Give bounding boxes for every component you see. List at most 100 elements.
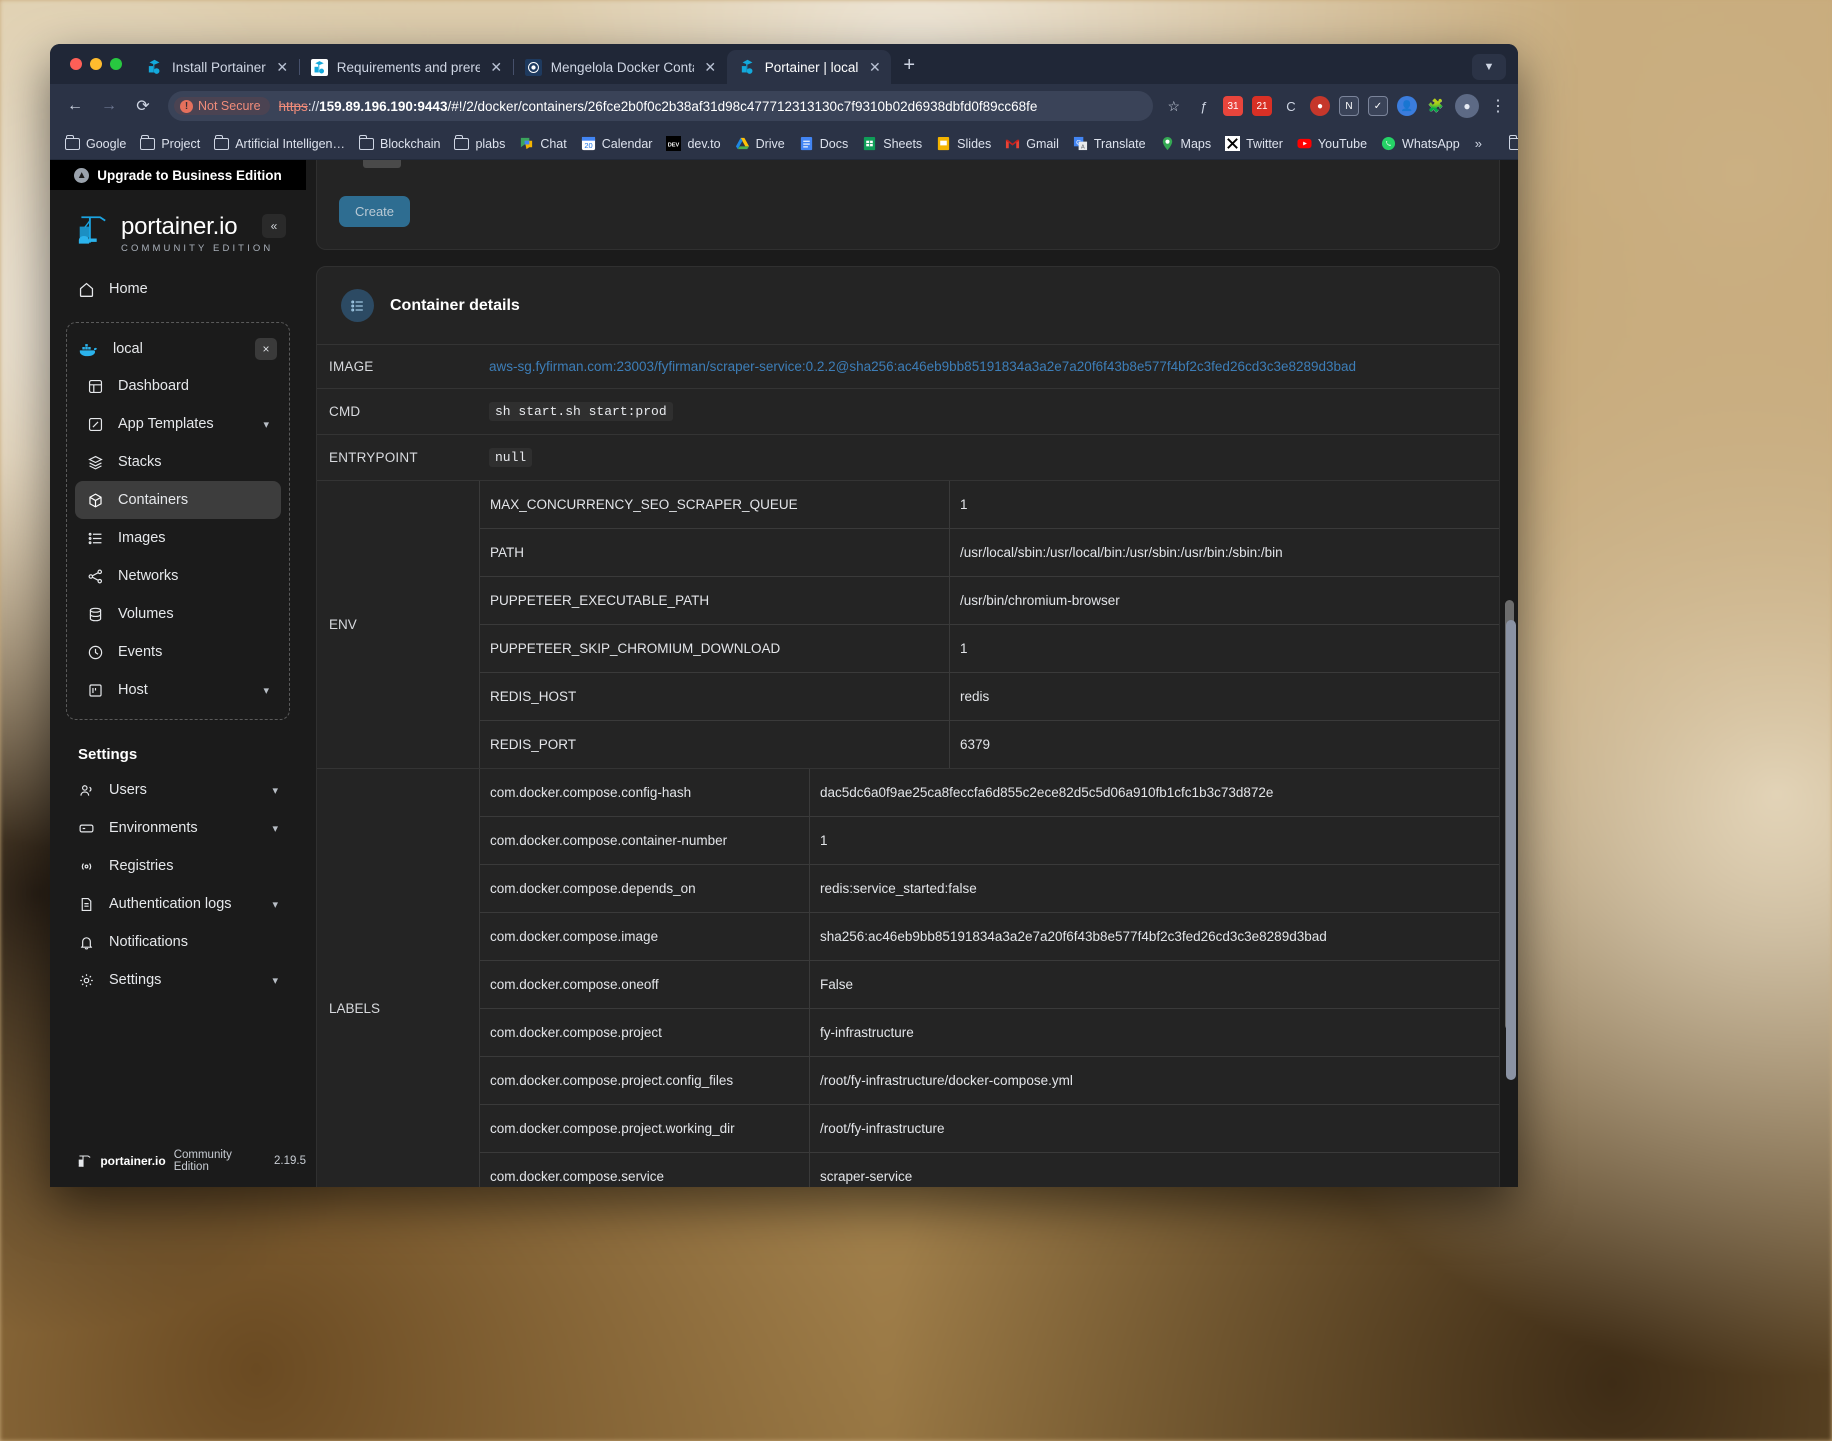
svg-text:DEV: DEV [668,142,680,148]
all-bookmarks-button[interactable]: All Bookmarks [1502,133,1518,154]
label-value: 1 [820,833,828,848]
chevron-down-icon[interactable]: ▾ [263,418,269,431]
chevron-down-icon[interactable]: ▾ [272,822,278,835]
browser-tab-1[interactable]: Install Portainer ✕ [134,50,300,84]
images-icon [87,530,104,547]
bookmark-slides[interactable]: Slides [929,133,998,154]
ghost-control[interactable] [363,160,402,169]
bookmark-star-icon[interactable]: ☆ [1163,98,1184,115]
script-icon[interactable]: ƒ [1194,96,1214,116]
window-scrollbar-thumb[interactable] [1506,620,1516,1080]
close-tab-button[interactable]: ✕ [867,60,882,74]
close-tab-button[interactable]: ✕ [703,60,718,74]
bookmark-google[interactable]: Google [58,133,133,154]
bookmark-blockchain[interactable]: Blockchain [352,133,447,154]
person-blue-icon[interactable]: 👤 [1397,96,1417,116]
bookmark-translate[interactable]: GA Translate [1066,133,1153,154]
address-bar[interactable]: ! Not Secure https://159.89.196.190:9443… [168,91,1154,121]
chevron-down-icon[interactable]: ▾ [272,898,278,911]
sidebar-item-events[interactable]: Events [75,633,281,671]
bookmark-maps[interactable]: Maps [1153,133,1219,154]
reload-button[interactable]: ⟳ [128,91,158,121]
window-scrollbar[interactable] [1506,160,1516,1187]
profile-avatar[interactable]: ● [1455,94,1479,118]
bookmark-chat[interactable]: Chat [512,133,573,154]
table-row: com.docker.compose.project.working_dir /… [480,1105,1499,1153]
forward-button[interactable]: → [94,91,124,121]
puzzle-icon[interactable]: 🧩 [1426,96,1446,116]
browser-menu-button[interactable]: ⋮ [1488,96,1508,116]
sidebar-item-images[interactable]: Images [75,519,281,557]
calendar-219-icon[interactable]: 21 [1252,96,1272,116]
c-icon[interactable]: C [1281,96,1301,116]
notion-icon[interactable]: N [1339,96,1359,116]
collapse-sidebar-button[interactable]: « [262,214,286,238]
browser-tab-2[interactable]: Requirements and prerequisit ✕ [299,50,514,84]
bookmark-gmail[interactable]: Gmail [998,133,1066,154]
puzzle-red-icon[interactable]: ● [1310,96,1330,116]
sidebar-item-volumes[interactable]: Volumes [75,595,281,633]
sidebar-item-users[interactable]: Users ▾ [66,771,290,809]
bookmark-artificial-intelligence[interactable]: Artificial Intelligen… [207,133,352,154]
sidebar-item-app-templates[interactable]: App Templates ▾ [75,405,281,443]
container-details-panel: Container details IMAGE aws-sg.fyfirman.… [316,266,1500,1187]
close-tab-button[interactable]: ✕ [489,60,504,74]
sidebar-item-registries[interactable]: Registries [66,847,290,885]
sidebar-item-environments[interactable]: Environments ▾ [66,809,290,847]
bookmark-twitter[interactable]: Twitter [1218,133,1290,154]
tab-search-chevron-icon[interactable]: ▼ [1472,54,1506,80]
row-label: ENTRYPOINT [329,450,418,465]
close-environment-button[interactable]: × [255,338,277,360]
row-label: LABELS [329,1001,381,1016]
bookmark-plabs[interactable]: plabs [447,133,512,154]
portainer-crane-icon [78,216,106,244]
environment-header[interactable]: local × [67,331,289,367]
bookmark-devto[interactable]: DEV dev.to [659,133,727,154]
sidebar-item-settings[interactable]: Settings ▾ [66,961,290,999]
checkbox-icon[interactable]: ✓ [1368,96,1388,116]
sidebar-item-notifications[interactable]: Notifications [66,923,290,961]
calendar-31-icon[interactable]: 31 [1223,96,1243,116]
detail-row-env: ENV MAX_CONCURRENCY_SEO_SCRAPER_QUEUE 1 … [317,480,1499,768]
not-secure-badge[interactable]: ! Not Secure [174,97,270,115]
bookmark-project[interactable]: Project [133,133,207,154]
bookmark-calendar[interactable]: 20 Calendar [574,133,660,154]
tab-title: Portainer | local [764,59,859,75]
translate-icon: GA [1073,136,1088,151]
upgrade-banner[interactable]: ▲ Upgrade to Business Edition [50,160,306,190]
sidebar-item-host[interactable]: Host ▾ [75,671,281,709]
sidebar-item-stacks[interactable]: Stacks [75,443,281,481]
minimize-window-button[interactable] [90,58,102,70]
sidebar-item-containers[interactable]: Containers [75,481,281,519]
close-window-button[interactable] [70,58,82,70]
tab-title: Install Portainer [172,59,266,75]
back-button[interactable]: ← [60,91,90,121]
chevron-down-icon[interactable]: ▾ [272,784,278,797]
new-tab-button[interactable]: + [891,50,927,84]
sidebar-item-dashboard[interactable]: Dashboard [75,367,281,405]
close-tab-button[interactable]: ✕ [275,60,290,74]
sidebar-item-authentication-logs[interactable]: Authentication logs ▾ [66,885,290,923]
detail-row-image: IMAGE aws-sg.fyfirman.com:23003/fyfirman… [317,344,1499,388]
sidebar-item-networks[interactable]: Networks [75,557,281,595]
chevron-down-icon[interactable]: ▾ [272,974,278,987]
sidebar-item-home[interactable]: Home [66,270,290,308]
chevron-down-icon[interactable]: ▾ [263,684,269,697]
bookmark-sheets[interactable]: Sheets [855,133,929,154]
devto-icon: DEV [666,136,682,151]
image-link[interactable]: aws-sg.fyfirman.com:23003/fyfirman/scrap… [489,359,1356,374]
bookmarks-overflow-button[interactable]: » [1467,136,1490,151]
browser-tab-3[interactable]: Mengelola Docker Container ✕ [513,50,728,84]
env-key: MAX_CONCURRENCY_SEO_SCRAPER_QUEUE [480,481,950,528]
bookmark-drive[interactable]: Drive [728,133,792,154]
bookmark-label: Drive [755,136,785,151]
bookmark-whatsapp[interactable]: WhatsApp [1374,133,1467,154]
label-key: com.docker.compose.project.config_files [480,1057,810,1104]
maximize-window-button[interactable] [110,58,122,70]
create-button[interactable]: Create [339,196,411,227]
bookmark-docs[interactable]: Docs [792,133,855,154]
sidebar-item-label: Volumes [118,606,174,622]
bookmark-youtube[interactable]: YouTube [1290,133,1374,154]
browser-tab-4[interactable]: Portainer | local ✕ [726,50,892,84]
upgrade-arrow-icon: ▲ [74,167,90,183]
